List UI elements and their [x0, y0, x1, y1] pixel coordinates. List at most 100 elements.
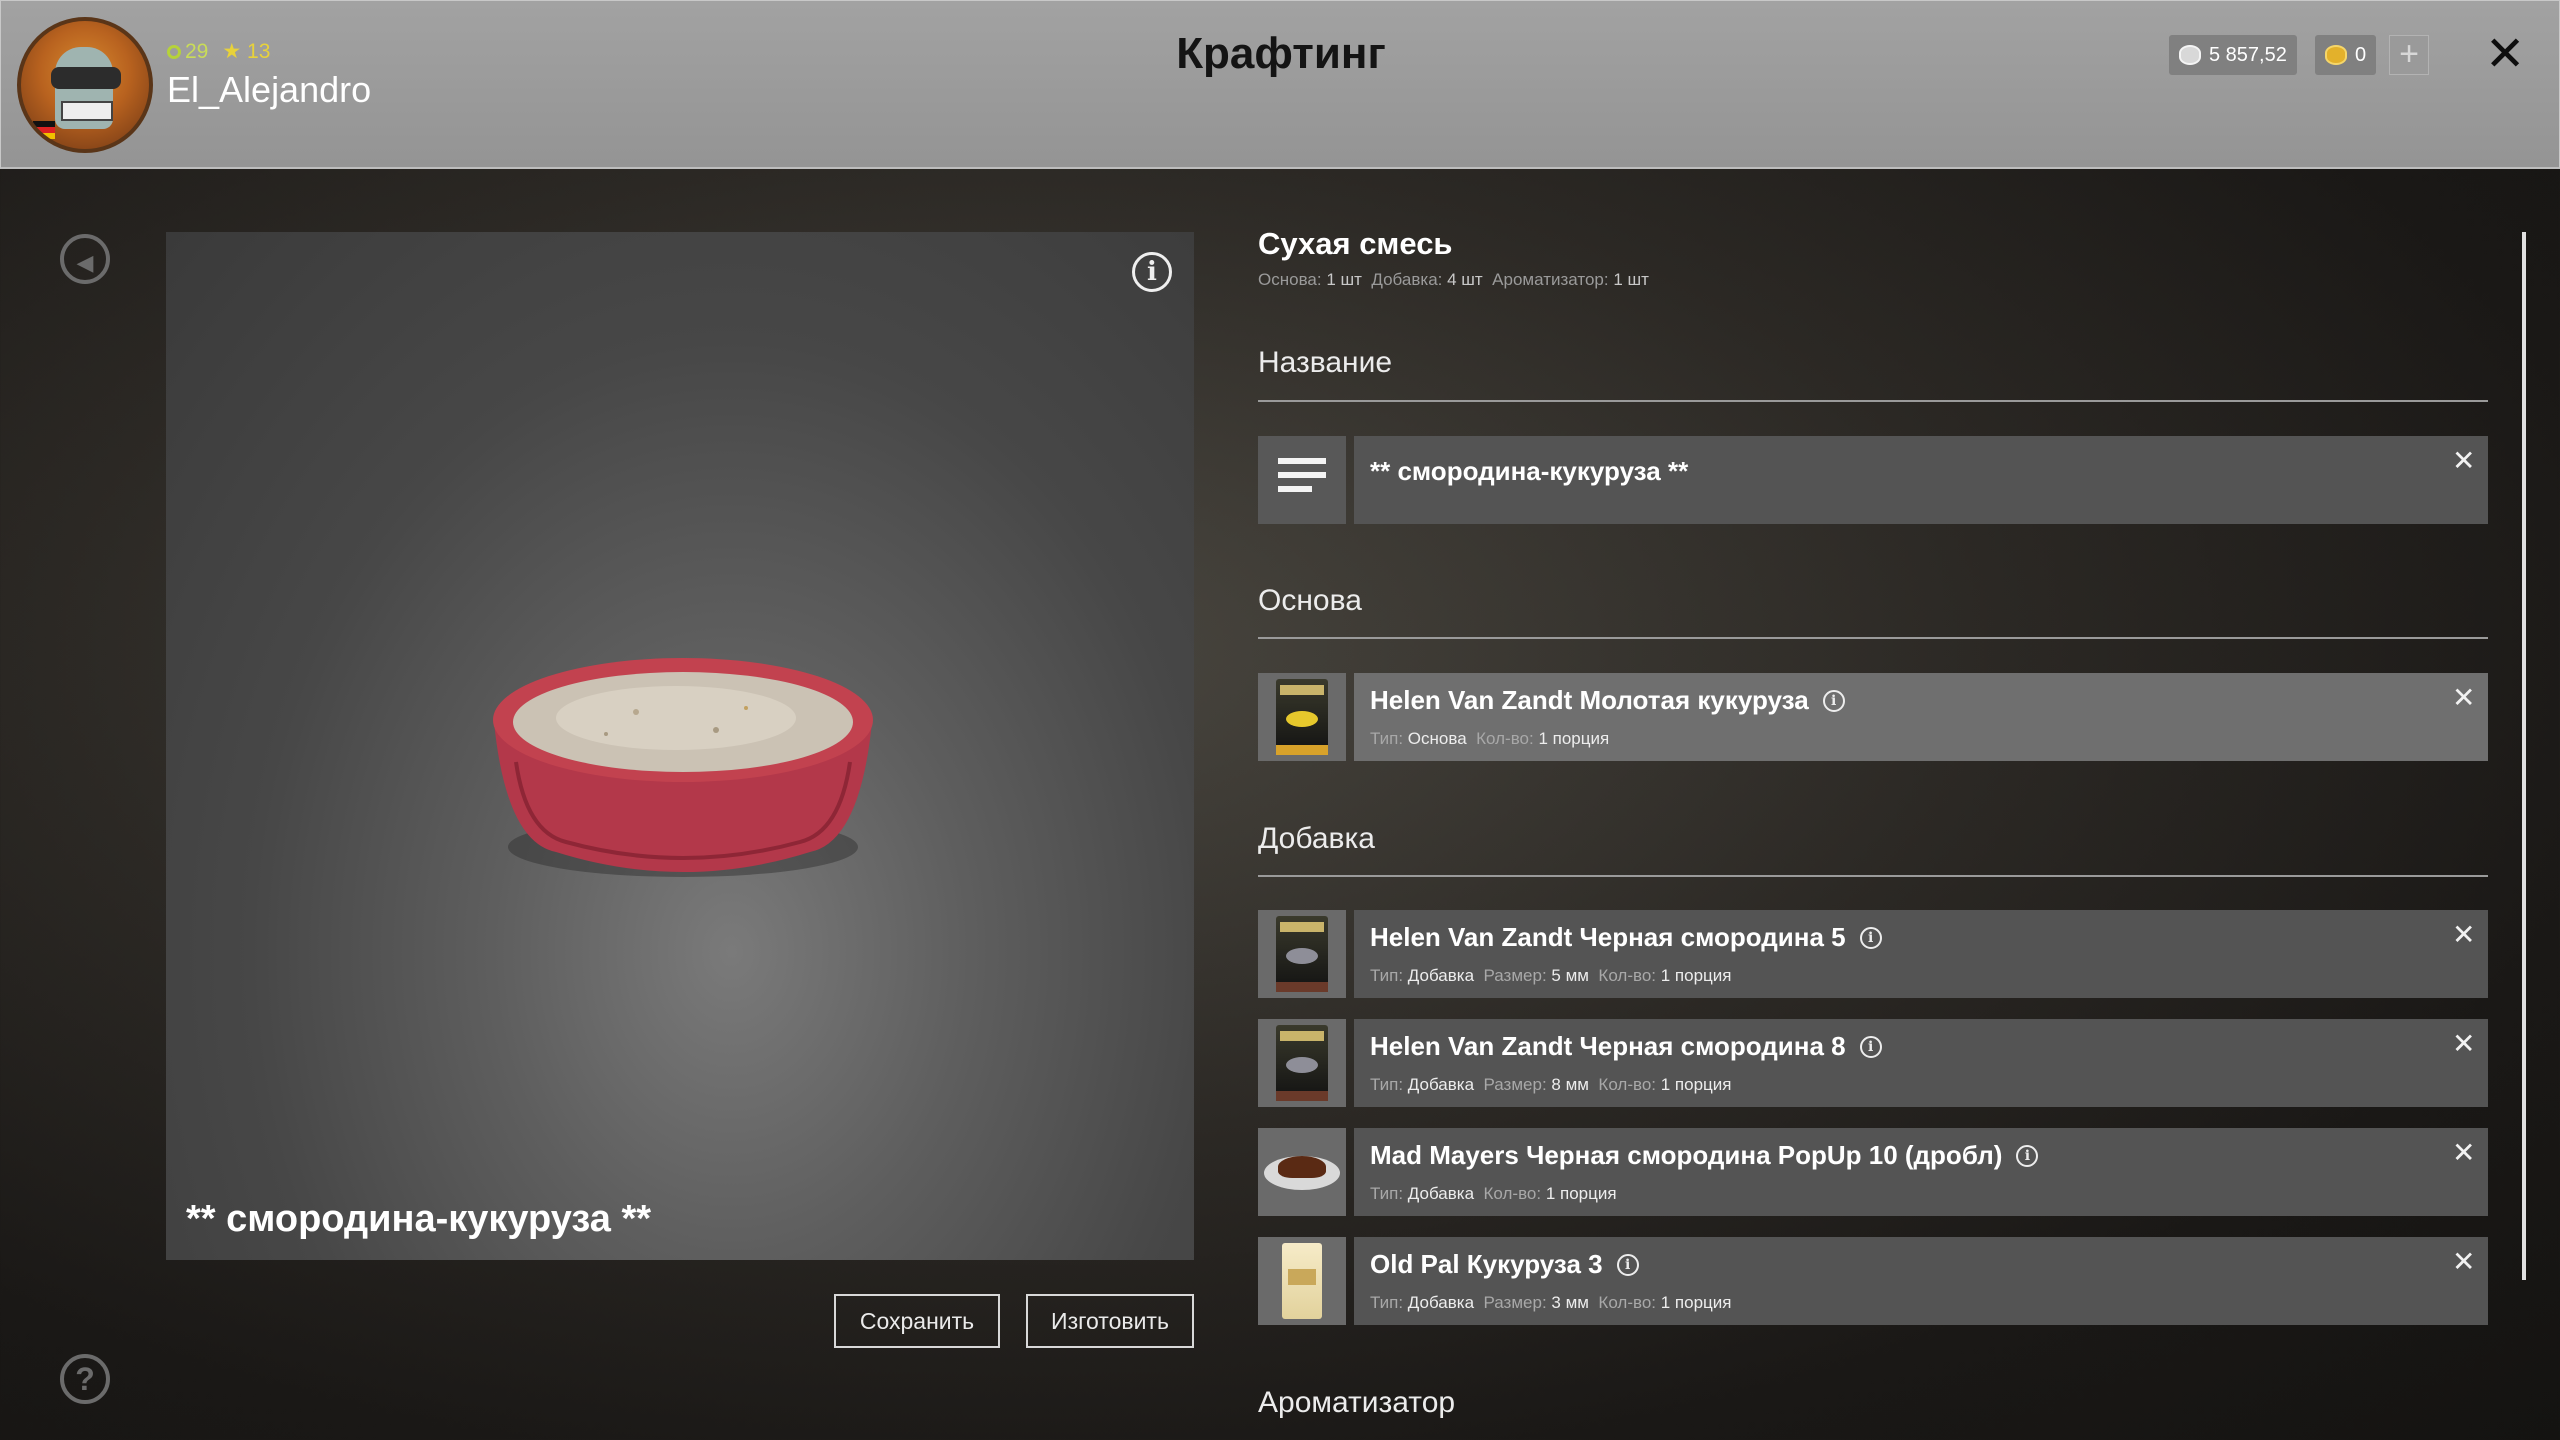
ingredient-meta: Тип: Добавка Размер: 8 мм Кол-во: 1 порц… [1370, 1075, 1731, 1095]
summary-value: 4 шт [1447, 270, 1483, 289]
meta-label: Размер: [1483, 966, 1547, 985]
clear-name-button[interactable]: ✕ [2452, 444, 2475, 477]
meta-value: 1 порция [1660, 966, 1732, 985]
meta-label: Кол-во: [1598, 1075, 1657, 1094]
meta-value: 1 порция [1660, 1075, 1732, 1094]
meta-label: Размер: [1483, 1075, 1547, 1094]
info-icon[interactable]: i [2016, 1144, 2039, 1167]
info-icon[interactable]: i [1859, 926, 1882, 949]
gold-value: 0 [2355, 43, 2367, 66]
meta-value: 5 мм [1551, 966, 1589, 985]
avatar-mouth [61, 101, 113, 121]
item-thumbnail [1258, 1019, 1346, 1107]
ingredient-row[interactable]: Mad Mayers Черная смородина PopUp 10 (др… [1354, 1128, 2488, 1216]
section-heading-flavor: Ароматизатор [1258, 1386, 1456, 1419]
bait-sack-image [1282, 1243, 1322, 1319]
bait-pack-image [1276, 1025, 1328, 1101]
help-button[interactable]: ? [60, 1354, 110, 1404]
ingredient-name: Helen Van Zandt Молотая кукуруза [1370, 685, 1809, 715]
remove-ingredient-button[interactable]: ✕ [2452, 918, 2475, 951]
summary-label: Основа: [1258, 270, 1322, 289]
meta-value: Добавка [1407, 966, 1475, 985]
recipe-summary: Основа: 1 шт Добавка: 4 шт Ароматизатор:… [1258, 270, 1649, 290]
ingredient-name: Old Pal Кукуруза 3 [1370, 1249, 1603, 1279]
meta-value: 1 порция [1538, 729, 1610, 748]
ingredient-row[interactable]: Helen Van Zandt Черная смородина 8 i Тип… [1354, 1019, 2488, 1107]
ingredient-title: Helen Van Zandt Черная смородина 8 i [1370, 1031, 1882, 1062]
info-icon[interactable]: i [1822, 689, 1845, 712]
meta-label: Тип: [1370, 966, 1404, 985]
meta-label: Тип: [1370, 1075, 1404, 1094]
ingredient-meta: Тип: Добавка Размер: 3 мм Кол-во: 1 порц… [1370, 1293, 1731, 1313]
ingredient-title: Helen Van Zandt Черная смородина 5 i [1370, 922, 1882, 953]
scrollbar[interactable] [2522, 232, 2526, 1280]
ingredient-row[interactable]: Helen Van Zandt Черная смородина 5 i Тип… [1354, 910, 2488, 998]
meta-label: Тип: [1370, 1184, 1404, 1203]
meta-value: 1 порция [1660, 1293, 1732, 1312]
close-icon: ✕ [2452, 1137, 2476, 1168]
meta-value: 3 мм [1551, 1293, 1589, 1312]
back-button[interactable]: ◀︎ [60, 234, 110, 284]
meta-label: Кол-во: [1598, 1293, 1657, 1312]
remove-ingredient-button[interactable]: ✕ [2452, 1245, 2475, 1278]
save-button[interactable]: Сохранить [834, 1294, 1000, 1348]
bait-dish-image [1264, 1156, 1340, 1190]
remove-ingredient-button[interactable]: ✕ [2452, 1136, 2475, 1169]
bowl-image [493, 658, 873, 877]
gold-coin-icon [2325, 45, 2347, 65]
info-icon[interactable]: i [1616, 1253, 1639, 1276]
meta-value: Основа [1407, 729, 1467, 748]
item-thumbnail [1258, 910, 1346, 998]
silver-balance: 5 857,52 [2169, 35, 2297, 75]
info-icon[interactable]: i [1132, 252, 1172, 292]
summary-label: Ароматизатор: [1492, 270, 1609, 289]
meta-label: Кол-во: [1483, 1184, 1542, 1203]
item-thumbnail [1258, 673, 1346, 761]
item-preview: i ** смородина-кукуруза ** [166, 232, 1194, 1260]
add-currency-button[interactable]: + [2389, 35, 2429, 75]
meta-value: 1 порция [1545, 1184, 1617, 1203]
ingredient-meta: Тип: Добавка Кол-во: 1 порция [1370, 1184, 1617, 1204]
bait-pack-image [1276, 679, 1328, 755]
item-thumbnail [1258, 1237, 1346, 1325]
meta-value: Добавка [1407, 1293, 1475, 1312]
divider [1258, 637, 2488, 639]
summary-value: 1 шт [1326, 270, 1362, 289]
section-heading-additive: Добавка [1258, 822, 1375, 855]
lines-icon [1278, 458, 1326, 502]
silver-coin-icon [2179, 45, 2201, 65]
close-button[interactable]: ✕ [2485, 25, 2525, 85]
meta-label: Размер: [1483, 1293, 1547, 1312]
ingredient-row[interactable]: Helen Van Zandt Молотая кукуруза i Тип: … [1354, 673, 2488, 761]
ingredient-title: Helen Van Zandt Молотая кукуруза i [1370, 685, 1845, 716]
divider [1258, 400, 2488, 402]
section-heading-base: Основа [1258, 584, 1362, 617]
meta-label: Тип: [1370, 1293, 1404, 1312]
divider [1258, 875, 2488, 877]
ingredient-meta: Тип: Добавка Размер: 5 мм Кол-во: 1 порц… [1370, 966, 1731, 986]
top-bar: 29 ★ 13 El_Alejandro Крафтинг 5 857,52 0… [0, 0, 2560, 169]
summary-value: 1 шт [1613, 270, 1649, 289]
info-icon[interactable]: i [1859, 1035, 1882, 1058]
ingredient-meta: Тип: Основа Кол-во: 1 порция [1370, 729, 1609, 749]
craft-button[interactable]: Изготовить [1026, 1294, 1194, 1348]
ingredient-row[interactable]: Old Pal Кукуруза 3 i Тип: Добавка Размер… [1354, 1237, 2488, 1325]
ingredient-name: Helen Van Zandt Черная смородина 5 [1370, 922, 1846, 952]
back-arrow-icon: ◀︎ [76, 250, 94, 275]
name-value: ** смородина-кукуруза ** [1370, 456, 1689, 486]
preview-item-name: ** смородина-кукуруза ** [186, 1198, 652, 1240]
summary-label: Добавка: [1371, 270, 1443, 289]
ingredient-title: Mad Mayers Черная смородина PopUp 10 (др… [1370, 1140, 2039, 1171]
meta-label: Кол-во: [1476, 729, 1534, 748]
flag-icon [33, 121, 55, 139]
ingredient-title: Old Pal Кукуруза 3 i [1370, 1249, 1639, 1280]
close-icon: ✕ [2452, 1246, 2476, 1277]
section-heading-name: Название [1258, 346, 1393, 379]
remove-ingredient-button[interactable]: ✕ [2452, 1027, 2475, 1060]
remove-ingredient-button[interactable]: ✕ [2452, 681, 2475, 714]
meta-label: Кол-во: [1598, 966, 1657, 985]
bait-pack-image [1276, 916, 1328, 992]
meta-value: Добавка [1407, 1075, 1475, 1094]
item-thumbnail [1258, 1128, 1346, 1216]
name-field[interactable]: ** смородина-кукуруза ** ✕ [1354, 436, 2488, 524]
